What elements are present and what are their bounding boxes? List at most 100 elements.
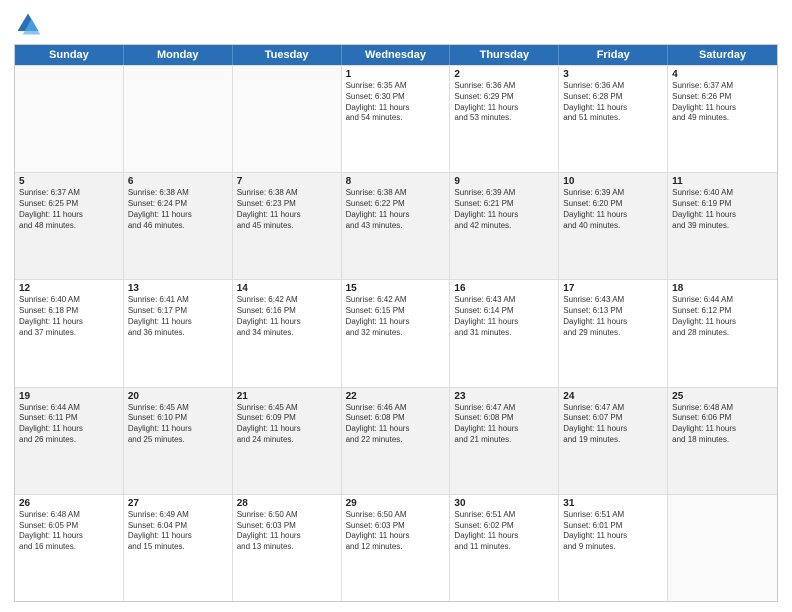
calendar-cell: 20Sunrise: 6:45 AM Sunset: 6:10 PM Dayli… — [124, 388, 233, 494]
day-info: Sunrise: 6:45 AM Sunset: 6:09 PM Dayligh… — [237, 403, 337, 446]
day-number: 3 — [563, 69, 663, 80]
day-info: Sunrise: 6:36 AM Sunset: 6:29 PM Dayligh… — [454, 81, 554, 124]
day-number: 15 — [346, 283, 446, 294]
calendar-cell: 1Sunrise: 6:35 AM Sunset: 6:30 PM Daylig… — [342, 66, 451, 172]
calendar-row: 12Sunrise: 6:40 AM Sunset: 6:18 PM Dayli… — [15, 279, 777, 386]
day-number: 2 — [454, 69, 554, 80]
day-info: Sunrise: 6:37 AM Sunset: 6:26 PM Dayligh… — [672, 81, 773, 124]
day-info: Sunrise: 6:37 AM Sunset: 6:25 PM Dayligh… — [19, 188, 119, 231]
calendar-cell: 19Sunrise: 6:44 AM Sunset: 6:11 PM Dayli… — [15, 388, 124, 494]
calendar: SundayMondayTuesdayWednesdayThursdayFrid… — [14, 44, 778, 602]
calendar-cell: 31Sunrise: 6:51 AM Sunset: 6:01 PM Dayli… — [559, 495, 668, 601]
day-number: 30 — [454, 498, 554, 509]
day-number: 27 — [128, 498, 228, 509]
calendar-cell: 16Sunrise: 6:43 AM Sunset: 6:14 PM Dayli… — [450, 280, 559, 386]
day-number: 26 — [19, 498, 119, 509]
calendar-cell: 9Sunrise: 6:39 AM Sunset: 6:21 PM Daylig… — [450, 173, 559, 279]
calendar-cell — [233, 66, 342, 172]
day-number: 10 — [563, 176, 663, 187]
day-number: 17 — [563, 283, 663, 294]
day-info: Sunrise: 6:39 AM Sunset: 6:20 PM Dayligh… — [563, 188, 663, 231]
day-number: 21 — [237, 391, 337, 402]
day-number: 7 — [237, 176, 337, 187]
calendar-cell: 6Sunrise: 6:38 AM Sunset: 6:24 PM Daylig… — [124, 173, 233, 279]
day-info: Sunrise: 6:38 AM Sunset: 6:24 PM Dayligh… — [128, 188, 228, 231]
day-number: 29 — [346, 498, 446, 509]
calendar-cell: 24Sunrise: 6:47 AM Sunset: 6:07 PM Dayli… — [559, 388, 668, 494]
calendar-cell: 4Sunrise: 6:37 AM Sunset: 6:26 PM Daylig… — [668, 66, 777, 172]
day-info: Sunrise: 6:41 AM Sunset: 6:17 PM Dayligh… — [128, 295, 228, 338]
calendar-cell: 7Sunrise: 6:38 AM Sunset: 6:23 PM Daylig… — [233, 173, 342, 279]
day-info: Sunrise: 6:49 AM Sunset: 6:04 PM Dayligh… — [128, 510, 228, 553]
day-number: 23 — [454, 391, 554, 402]
day-info: Sunrise: 6:51 AM Sunset: 6:02 PM Dayligh… — [454, 510, 554, 553]
day-number: 20 — [128, 391, 228, 402]
day-number: 25 — [672, 391, 773, 402]
day-number: 14 — [237, 283, 337, 294]
calendar-cell: 12Sunrise: 6:40 AM Sunset: 6:18 PM Dayli… — [15, 280, 124, 386]
day-info: Sunrise: 6:50 AM Sunset: 6:03 PM Dayligh… — [346, 510, 446, 553]
weekday-header: Tuesday — [233, 45, 342, 65]
day-number: 18 — [672, 283, 773, 294]
calendar-cell: 3Sunrise: 6:36 AM Sunset: 6:28 PM Daylig… — [559, 66, 668, 172]
day-info: Sunrise: 6:35 AM Sunset: 6:30 PM Dayligh… — [346, 81, 446, 124]
day-info: Sunrise: 6:40 AM Sunset: 6:19 PM Dayligh… — [672, 188, 773, 231]
calendar-cell: 17Sunrise: 6:43 AM Sunset: 6:13 PM Dayli… — [559, 280, 668, 386]
weekday-header: Friday — [559, 45, 668, 65]
weekday-header: Sunday — [15, 45, 124, 65]
calendar-cell: 27Sunrise: 6:49 AM Sunset: 6:04 PM Dayli… — [124, 495, 233, 601]
day-number: 31 — [563, 498, 663, 509]
day-number: 12 — [19, 283, 119, 294]
day-info: Sunrise: 6:40 AM Sunset: 6:18 PM Dayligh… — [19, 295, 119, 338]
day-info: Sunrise: 6:43 AM Sunset: 6:14 PM Dayligh… — [454, 295, 554, 338]
day-info: Sunrise: 6:43 AM Sunset: 6:13 PM Dayligh… — [563, 295, 663, 338]
day-number: 11 — [672, 176, 773, 187]
day-info: Sunrise: 6:36 AM Sunset: 6:28 PM Dayligh… — [563, 81, 663, 124]
day-number: 28 — [237, 498, 337, 509]
day-number: 9 — [454, 176, 554, 187]
calendar-cell — [124, 66, 233, 172]
day-info: Sunrise: 6:50 AM Sunset: 6:03 PM Dayligh… — [237, 510, 337, 553]
calendar-row: 5Sunrise: 6:37 AM Sunset: 6:25 PM Daylig… — [15, 172, 777, 279]
calendar-cell: 30Sunrise: 6:51 AM Sunset: 6:02 PM Dayli… — [450, 495, 559, 601]
day-number: 4 — [672, 69, 773, 80]
calendar-cell: 18Sunrise: 6:44 AM Sunset: 6:12 PM Dayli… — [668, 280, 777, 386]
weekday-header: Saturday — [668, 45, 777, 65]
day-number: 22 — [346, 391, 446, 402]
calendar-cell — [15, 66, 124, 172]
page-header — [14, 10, 778, 38]
day-info: Sunrise: 6:39 AM Sunset: 6:21 PM Dayligh… — [454, 188, 554, 231]
calendar-cell: 22Sunrise: 6:46 AM Sunset: 6:08 PM Dayli… — [342, 388, 451, 494]
calendar-cell — [668, 495, 777, 601]
calendar-header: SundayMondayTuesdayWednesdayThursdayFrid… — [15, 45, 777, 65]
calendar-cell: 5Sunrise: 6:37 AM Sunset: 6:25 PM Daylig… — [15, 173, 124, 279]
weekday-header: Thursday — [450, 45, 559, 65]
day-info: Sunrise: 6:42 AM Sunset: 6:15 PM Dayligh… — [346, 295, 446, 338]
calendar-cell: 2Sunrise: 6:36 AM Sunset: 6:29 PM Daylig… — [450, 66, 559, 172]
day-info: Sunrise: 6:45 AM Sunset: 6:10 PM Dayligh… — [128, 403, 228, 446]
logo-icon — [14, 10, 42, 38]
calendar-cell: 8Sunrise: 6:38 AM Sunset: 6:22 PM Daylig… — [342, 173, 451, 279]
day-info: Sunrise: 6:47 AM Sunset: 6:07 PM Dayligh… — [563, 403, 663, 446]
calendar-cell: 11Sunrise: 6:40 AM Sunset: 6:19 PM Dayli… — [668, 173, 777, 279]
day-info: Sunrise: 6:48 AM Sunset: 6:06 PM Dayligh… — [672, 403, 773, 446]
calendar-cell: 15Sunrise: 6:42 AM Sunset: 6:15 PM Dayli… — [342, 280, 451, 386]
calendar-cell: 29Sunrise: 6:50 AM Sunset: 6:03 PM Dayli… — [342, 495, 451, 601]
logo — [14, 10, 46, 38]
day-info: Sunrise: 6:38 AM Sunset: 6:23 PM Dayligh… — [237, 188, 337, 231]
day-number: 19 — [19, 391, 119, 402]
calendar-row: 26Sunrise: 6:48 AM Sunset: 6:05 PM Dayli… — [15, 494, 777, 601]
day-info: Sunrise: 6:44 AM Sunset: 6:12 PM Dayligh… — [672, 295, 773, 338]
day-number: 6 — [128, 176, 228, 187]
day-info: Sunrise: 6:48 AM Sunset: 6:05 PM Dayligh… — [19, 510, 119, 553]
calendar-row: 19Sunrise: 6:44 AM Sunset: 6:11 PM Dayli… — [15, 387, 777, 494]
calendar-cell: 10Sunrise: 6:39 AM Sunset: 6:20 PM Dayli… — [559, 173, 668, 279]
calendar-cell: 21Sunrise: 6:45 AM Sunset: 6:09 PM Dayli… — [233, 388, 342, 494]
day-number: 1 — [346, 69, 446, 80]
day-number: 24 — [563, 391, 663, 402]
day-number: 16 — [454, 283, 554, 294]
weekday-header: Monday — [124, 45, 233, 65]
calendar-cell: 26Sunrise: 6:48 AM Sunset: 6:05 PM Dayli… — [15, 495, 124, 601]
calendar-row: 1Sunrise: 6:35 AM Sunset: 6:30 PM Daylig… — [15, 65, 777, 172]
calendar-cell: 14Sunrise: 6:42 AM Sunset: 6:16 PM Dayli… — [233, 280, 342, 386]
